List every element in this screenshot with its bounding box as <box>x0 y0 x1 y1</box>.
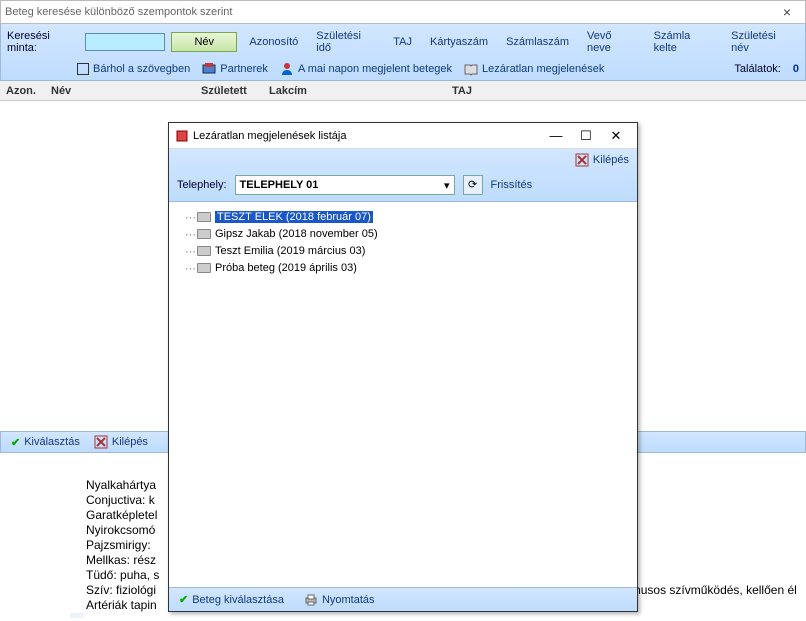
modal-status-bar: ✔ Beteg kiválasztása Nyomtatás <box>169 587 637 611</box>
book-icon <box>197 212 211 222</box>
modal-titlebar: Lezáratlan megjelenések listája — ☐ ✕ <box>169 123 637 149</box>
modal-toolbar: Kilépés Telephely: TELEPHELY 01 ▾ ⟳ Fris… <box>169 149 637 202</box>
tab-szamlaszam[interactable]: Számlaszám <box>500 34 575 50</box>
partners-link[interactable]: Partnerek <box>202 62 268 76</box>
tree-item[interactable]: ⋯ Próba beteg (2019 április 03) <box>185 260 633 276</box>
refresh-button-icon[interactable]: ⟳ <box>463 175 483 195</box>
col-taj[interactable]: TAJ <box>446 85 506 97</box>
tree-item[interactable]: ⋯ TESZT ELEK (2018 február 07) <box>185 209 633 225</box>
site-value: TELEPHELY 01 <box>240 179 319 191</box>
tree-item-label: Próba beteg (2019 április 03) <box>215 262 357 274</box>
tab-szuletesi-nev[interactable]: Születési név <box>725 28 799 56</box>
refresh-link[interactable]: Frissítés <box>491 179 533 191</box>
tree-item-label: Gipsz Jakab (2018 november 05) <box>215 228 378 240</box>
tab-szuletesi-ido[interactable]: Születési idő <box>310 28 381 56</box>
search-label: Keresési minta: <box>7 30 79 54</box>
partners-label: Partnerek <box>220 63 268 75</box>
col-lakcim[interactable]: Lakcím <box>263 85 446 97</box>
book-icon <box>197 246 211 256</box>
tree-item-label: Teszt Emilia (2019 március 03) <box>215 245 365 257</box>
book-icon <box>197 229 211 239</box>
exit-icon <box>575 153 589 167</box>
refresh-icon: ⟳ <box>468 179 477 191</box>
modal-minimize-button[interactable]: — <box>541 128 571 143</box>
window-close-button[interactable]: × <box>773 4 801 20</box>
col-nev[interactable]: Név <box>45 85 195 97</box>
window-titlebar: Beteg keresése különböző szempontok szer… <box>0 0 806 24</box>
tab-taj[interactable]: TAJ <box>387 34 418 50</box>
open-visits-modal: Lezáratlan megjelenések listája — ☐ ✕ Ki… <box>168 122 638 612</box>
modal-maximize-button[interactable]: ☐ <box>571 128 601 144</box>
window-title: Beteg keresése különböző szempontok szer… <box>5 6 232 18</box>
exit-button[interactable]: Kilépés <box>94 435 148 449</box>
printer-icon <box>304 593 318 607</box>
chevron-down-icon: ▾ <box>444 179 450 192</box>
select-label: Kiválasztás <box>24 436 80 448</box>
check-icon: ✔ <box>179 593 188 606</box>
checkbox-icon <box>77 63 89 75</box>
book-icon <box>197 263 211 273</box>
site-combo[interactable]: TELEPHELY 01 ▾ <box>235 175 455 195</box>
modal-exit-button[interactable]: Kilépés <box>575 153 629 167</box>
visits-tree[interactable]: ⋯ TESZT ELEK (2018 február 07) ⋯ Gipsz J… <box>169 202 637 587</box>
search-input[interactable] <box>85 33 165 51</box>
search-toolbar: Keresési minta: Név Azonosító Születési … <box>0 24 806 81</box>
tab-szamla-kelte[interactable]: Számla kelte <box>648 28 720 56</box>
tree-item-label: TESZT ELEK (2018 február 07) <box>215 211 373 223</box>
open-label: Lezáratlan megjelenések <box>482 63 604 75</box>
tab-vevo-neve[interactable]: Vevő neve <box>581 28 642 56</box>
modal-select-label: Beteg kiválasztása <box>192 594 284 606</box>
modal-title: Lezáratlan megjelenések listája <box>189 130 541 142</box>
today-patients-link[interactable]: A mai napon megjelent betegek <box>280 62 452 76</box>
exit-label: Kilépés <box>112 436 148 448</box>
tree-item[interactable]: ⋯ Teszt Emilia (2019 március 03) <box>185 243 633 259</box>
results-count: 0 <box>793 63 799 75</box>
col-azon[interactable]: Azon. <box>0 85 45 97</box>
name-button[interactable]: Név <box>171 32 237 52</box>
refresh-label: Frissítés <box>491 179 533 191</box>
today-label: A mai napon megjelent betegek <box>298 63 452 75</box>
tab-kartyaszam[interactable]: Kártyaszám <box>424 34 494 50</box>
results-columns: Azon. Név Született Lakcím TAJ <box>0 81 806 101</box>
book-icon <box>464 62 478 76</box>
tab-azonosito[interactable]: Azonosító <box>243 34 304 50</box>
check-icon: ✔ <box>11 436 20 449</box>
site-label: Telephely: <box>177 179 227 191</box>
modal-exit-label: Kilépés <box>593 154 629 166</box>
tree-item[interactable]: ⋯ Gipsz Jakab (2018 november 05) <box>185 226 633 242</box>
modal-select-patient-button[interactable]: ✔ Beteg kiválasztása <box>179 593 284 606</box>
exit-icon <box>94 435 108 449</box>
col-szuletett[interactable]: Született <box>195 85 263 97</box>
anywhere-label: Bárhol a szövegben <box>93 63 190 75</box>
modal-close-button[interactable]: ✕ <box>601 128 631 144</box>
modal-print-button[interactable]: Nyomtatás <box>304 593 375 607</box>
select-button[interactable]: ✔ Kiválasztás <box>11 436 80 449</box>
open-visits-link[interactable]: Lezáratlan megjelenések <box>464 62 604 76</box>
modal-print-label: Nyomtatás <box>322 594 375 606</box>
partners-icon <box>202 62 216 76</box>
results-label: Találatok: <box>734 63 780 75</box>
modal-app-icon <box>175 129 189 143</box>
person-icon <box>280 62 294 76</box>
anywhere-checkbox[interactable]: Bárhol a szövegben <box>77 63 190 75</box>
